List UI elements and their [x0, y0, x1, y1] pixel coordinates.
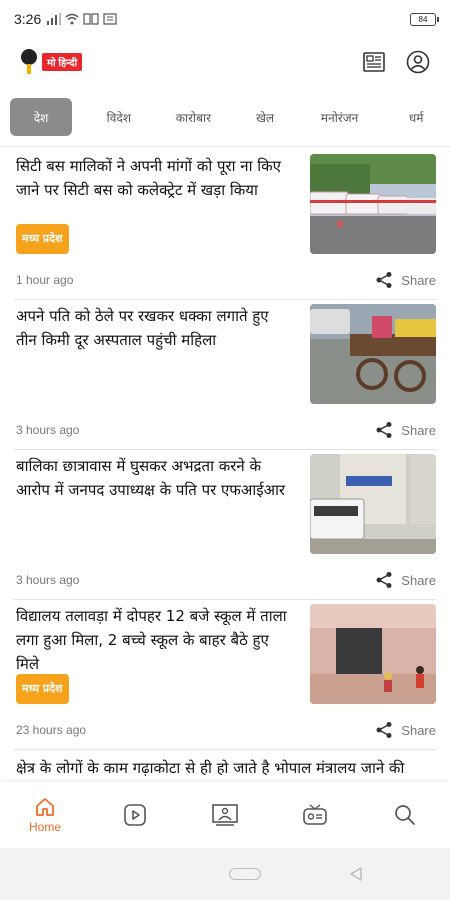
share-label: Share	[401, 272, 436, 288]
tab-dharm[interactable]: धर्म	[382, 98, 450, 136]
tab-manoranjan[interactable]: मनोरंजन	[297, 98, 382, 136]
newspaper-icon	[363, 52, 385, 72]
nav-search[interactable]	[375, 785, 435, 845]
search-icon	[395, 805, 415, 825]
news-title[interactable]: सिटी बस मालिकों ने अपनी मांगों को पूरा न…	[16, 154, 291, 202]
news-thumbnail[interactable]	[310, 604, 436, 704]
bottom-navigation: Home	[0, 782, 450, 848]
share-icon	[376, 722, 392, 738]
home-icon	[36, 798, 54, 816]
share-button[interactable]: Share	[375, 271, 436, 289]
status-time: 3:26	[14, 11, 42, 27]
system-navigation-bar	[0, 848, 450, 900]
nav-photos[interactable]	[195, 785, 255, 845]
news-thumbnail[interactable]	[310, 304, 436, 404]
news-title[interactable]: बालिका छात्रावास में घुसकर अभद्रता करने …	[16, 454, 291, 502]
share-label: Share	[401, 572, 436, 588]
news-thumbnail[interactable]	[310, 154, 436, 254]
category-badge[interactable]: मध्य प्रदेश	[16, 224, 69, 254]
tab-desh[interactable]: देश	[10, 98, 72, 136]
news-timestamp: 3 hours ago	[16, 573, 80, 587]
nav-videos[interactable]	[105, 785, 165, 845]
data-icon	[83, 13, 99, 25]
share-icon	[376, 422, 392, 438]
news-title[interactable]: अपने पति को ठेले पर रखकर धक्का लगाते हुए…	[16, 304, 291, 352]
tabs-divider	[0, 146, 450, 147]
tab-videsh[interactable]: विदेश	[84, 98, 154, 136]
news-card[interactable]: सिटी बस मालिकों ने अपनी मांगों को पूरा न…	[14, 150, 436, 300]
nav-home-label: Home	[28, 820, 61, 834]
share-button[interactable]: Share	[375, 421, 436, 439]
share-label: Share	[401, 722, 436, 738]
news-thumbnail[interactable]	[310, 454, 436, 554]
status-bar: 3:26 84	[0, 0, 450, 38]
gallery-icon	[212, 804, 238, 826]
news-timestamp: 1 hour ago	[16, 273, 74, 287]
share-icon	[376, 572, 392, 588]
news-feed[interactable]: सिटी बस मालिकों ने अपनी मांगों को पूरा न…	[0, 150, 450, 782]
news-card[interactable]: क्षेत्र के लोगों के काम गढ़ाकोटा से ही ह…	[14, 750, 436, 782]
category-badge[interactable]: मध्य प्रदेश	[16, 674, 69, 704]
tab-khel[interactable]: खेल	[233, 98, 297, 136]
share-icon	[376, 272, 392, 288]
tab-karobar[interactable]: कारोबार	[154, 98, 233, 136]
system-home-button[interactable]	[229, 868, 261, 880]
category-tabs: देश विदेश कारोबार खेल मनोरंजन धर्म	[0, 96, 450, 138]
news-timestamp: 23 hours ago	[16, 723, 87, 737]
status-icons	[47, 13, 117, 25]
logo-text: मो हिन्दी	[42, 53, 83, 71]
user-icon	[406, 50, 430, 74]
app-header: मो हिन्दी	[0, 38, 450, 86]
signal-icon	[47, 13, 62, 25]
news-timestamp: 3 hours ago	[16, 423, 80, 437]
nav-home[interactable]: Home	[15, 785, 75, 845]
news-card[interactable]: विद्यालय तलावड़ा में दोपहर 12 बजे स्कूल …	[14, 600, 436, 750]
wifi-icon	[65, 13, 79, 25]
radio-icon	[303, 804, 327, 825]
back-icon[interactable]	[348, 866, 364, 882]
settings-status-icon	[103, 13, 117, 25]
share-button[interactable]: Share	[375, 721, 436, 739]
nav-radio[interactable]	[285, 785, 345, 845]
epaper-button[interactable]	[360, 48, 388, 76]
news-card[interactable]: बालिका छात्रावास में घुसकर अभद्रता करने …	[14, 450, 436, 600]
profile-button[interactable]	[404, 48, 432, 76]
battery-indicator: 84	[410, 12, 439, 26]
share-button[interactable]: Share	[375, 571, 436, 589]
news-title[interactable]: विद्यालय तलावड़ा में दोपहर 12 बजे स्कूल …	[16, 604, 291, 676]
share-label: Share	[401, 422, 436, 438]
app-logo[interactable]: मो हिन्दी	[18, 48, 83, 76]
play-icon	[124, 804, 146, 826]
news-title[interactable]: क्षेत्र के लोगों के काम गढ़ाकोटा से ही ह…	[16, 756, 436, 782]
news-card[interactable]: अपने पति को ठेले पर रखकर धक्का लगाते हुए…	[14, 300, 436, 450]
logo-mic-icon	[21, 49, 37, 74]
